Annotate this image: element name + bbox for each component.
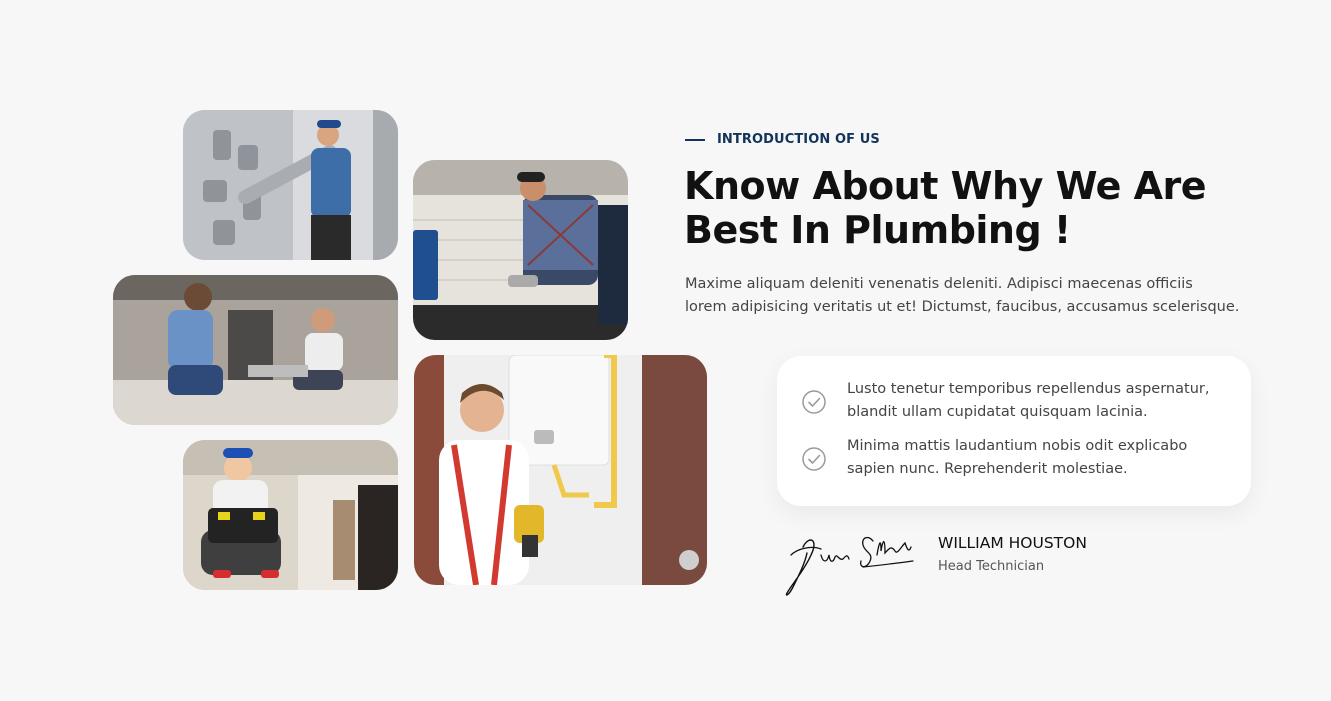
feature-text: Lusto tenetur temporibus repellendus asp… [847,378,1237,424]
feature-item: Lusto tenetur temporibus repellendus asp… [801,378,1237,424]
feature-item: Minima mattis laudantium nobis odit expl… [801,435,1237,481]
eyebrow-line [685,138,705,141]
plumber-dishwasher-photo [113,275,398,425]
description-line-2: lorem adipisicing veritatis ut et! Dictu… [685,299,1240,315]
section-title: Know About Why We Are Best In Plumbing ! [684,164,1284,252]
feature-text-line-2: sapien nunc. Reprehenderit molestiae. [847,461,1128,477]
check-circle-icon [802,390,826,414]
feature-text-line-1: Lusto tenetur temporibus repellendus asp… [847,381,1210,397]
eyebrow-label: INTRODUCTION OF US [717,132,880,147]
plumber-kitchen-sink-photo [413,160,628,340]
feature-text: Minima mattis laudantium nobis odit expl… [847,435,1237,481]
plumber-with-pipe-photo [183,110,398,260]
plumber-boiler-photo [414,355,707,585]
feature-text-line-1: Minima mattis laudantium nobis odit expl… [847,438,1188,454]
title-line-2: Best In Plumbing ! [684,208,1071,252]
check-circle-icon [802,447,826,471]
author-name: WILLIAM HOUSTON [938,534,1087,552]
feature-text-line-2: blandit ullam cupidatat quisquam lacinia… [847,404,1148,420]
author-role: Head Technician [938,559,1045,574]
section-description: Maxime aliquam deleniti venenatis deleni… [685,273,1265,319]
features-card: Lusto tenetur temporibus repellendus asp… [777,356,1251,506]
signature-image [785,536,914,596]
description-line-1: Maxime aliquam deleniti venenatis deleni… [685,276,1193,292]
female-plumber-toolbox-photo [183,440,398,590]
title-line-1: Know About Why We Are [684,164,1207,208]
section-eyebrow: INTRODUCTION OF US [685,132,880,147]
